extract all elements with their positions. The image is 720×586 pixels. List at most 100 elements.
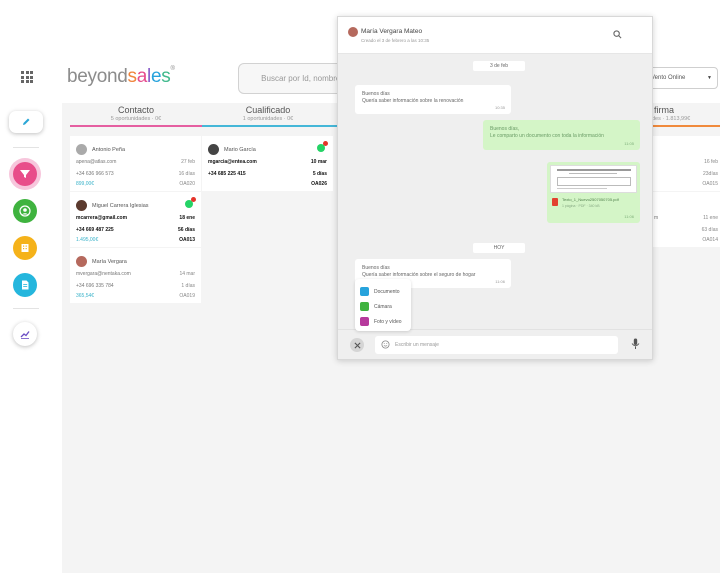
opportunity-card[interactable]: Mario García mgarcia@entea.com 10 mar +3… xyxy=(202,136,333,191)
emoji-icon[interactable] xyxy=(381,340,390,349)
file-name: Texto_1_Nuevo2507050705.pdf xyxy=(562,197,619,202)
card-date: 10 mar xyxy=(310,159,327,165)
chat-header: María Vergara Mateo Creado el 3 de febre… xyxy=(338,17,652,54)
card-contact-name: Antonio Peña xyxy=(92,146,126,153)
message-attachment[interactable]: Texto_1_Nuevo2507050705.pdf 1 página · P… xyxy=(547,162,640,223)
chat-avatar xyxy=(348,27,358,37)
whatsapp-icon[interactable] xyxy=(185,197,196,208)
card-phone: +34 636 966 573 xyxy=(76,171,114,177)
column-summary: 5 oportunidades · 0€ xyxy=(110,116,162,122)
card-days: 56 días xyxy=(178,227,195,233)
opportunity-card[interactable]: m 11 ene 63 días OA014 xyxy=(652,192,720,247)
file-info: Texto_1_Nuevo2507050705.pdf 1 página · P… xyxy=(550,195,637,211)
column-header-cualificado: Cualificado 1 oportunidades · 0€ xyxy=(202,105,334,122)
card-code: OA015 xyxy=(702,181,718,187)
close-attach-button[interactable] xyxy=(350,338,364,352)
message-outgoing: Buenos días, Le comparto un documento co… xyxy=(483,120,640,150)
search-icon[interactable] xyxy=(613,30,622,39)
card-contact-name: María Vergara xyxy=(92,258,127,265)
search-box[interactable]: Buscar por Id, nombre... xyxy=(238,63,348,94)
document-icon xyxy=(360,287,369,296)
opportunity-card[interactable]: María Vergara mvergara@nentaka.com 14 ma… xyxy=(70,248,201,303)
card-code: OA020 xyxy=(179,181,195,187)
funnel-icon xyxy=(20,170,30,178)
message-greeting: Buenos días xyxy=(362,91,390,97)
rail-divider xyxy=(13,308,39,309)
message-text: Quería saber información sobre la renova… xyxy=(362,98,464,104)
message-time: 11:06 xyxy=(495,279,505,284)
opportunity-card[interactable]: 16 feb 23días OA015 xyxy=(652,136,720,191)
attach-photo-video-option[interactable]: Foto y vídeo xyxy=(360,317,402,326)
card-row: apena@atlas.com 27 feb xyxy=(76,159,195,165)
card-row: 23días xyxy=(703,171,718,177)
message-input-placeholder: Escribir un mensaje xyxy=(395,342,439,348)
image-icon xyxy=(360,317,369,326)
attach-option-label: Cámara xyxy=(374,303,392,310)
column-summary: 1 oportunidades · 0€ xyxy=(242,116,294,122)
card-phone: +34 685 225 415 xyxy=(208,171,246,177)
card-days: 1 días xyxy=(181,283,195,289)
notification-dot xyxy=(323,141,328,146)
building-icon xyxy=(21,244,29,252)
card-code: OA013 xyxy=(179,237,195,243)
chevron-down-icon: ▼ xyxy=(707,75,712,81)
card-days: 63 días xyxy=(701,227,718,233)
document-preview xyxy=(550,165,637,193)
opportunity-card[interactable]: Antonio Peña apena@atlas.com 27 feb +34 … xyxy=(70,136,201,191)
card-contact: María Vergara xyxy=(76,256,127,267)
avatar xyxy=(208,144,219,155)
card-phone: +34 669 487 225 xyxy=(76,227,114,233)
card-row: m 11 ene xyxy=(654,215,718,221)
card-amount: 1.495,00€ xyxy=(76,237,99,243)
card-amount: 899,00€ xyxy=(76,181,95,187)
card-code: OA026 xyxy=(311,181,327,187)
whatsapp-icon[interactable] xyxy=(317,141,328,152)
message-text: Quería saber información sobre el seguro… xyxy=(362,272,476,278)
document-icon xyxy=(22,280,29,290)
sales-funnel-button[interactable] xyxy=(13,162,37,186)
attach-camera-option[interactable]: Cámara xyxy=(360,302,392,311)
notification-dot xyxy=(191,197,196,202)
attach-option-label: Foto y vídeo xyxy=(374,318,402,325)
card-row: 1.495,00€ OA013 xyxy=(76,237,195,243)
message-time: 11:06 xyxy=(624,214,634,219)
reports-button[interactable] xyxy=(13,322,37,346)
apps-grid-icon[interactable] xyxy=(21,71,33,83)
app-page: beyondsales® Buscar por Id, nombre... Ve… xyxy=(0,0,720,586)
card-row: OA026 xyxy=(208,181,327,187)
message-input[interactable]: Escribir un mensaje xyxy=(375,336,618,354)
search-input[interactable]: Buscar por Id, nombre... xyxy=(261,74,347,83)
card-row: +34 685 225 415 5 días xyxy=(208,171,327,177)
card-email: mgarcia@entea.com xyxy=(208,159,257,165)
message-time: 11:05 xyxy=(624,141,634,146)
left-rail xyxy=(0,0,52,586)
card-email: apena@atlas.com xyxy=(76,159,117,165)
card-code: OA019 xyxy=(179,293,195,299)
edit-button[interactable] xyxy=(9,111,43,133)
date-separator: 3 de feb xyxy=(473,61,525,71)
avatar xyxy=(76,144,87,155)
user-icon xyxy=(19,205,31,217)
card-row: +34 669 487 225 56 días xyxy=(76,227,195,233)
card-amount: 365,54€ xyxy=(76,293,95,299)
card-contact-name: Miguel Carrera Iglesias xyxy=(92,202,149,209)
attach-option-label: Documento xyxy=(374,288,400,295)
column-header-contacto: Contacto 5 oportunidades · 0€ xyxy=(70,105,202,122)
column-title: firma xyxy=(654,105,674,115)
chat-contact-name: María Vergara Mateo xyxy=(361,28,423,35)
card-days: 23días xyxy=(702,171,718,177)
chat-composer: Escribir un mensaje xyxy=(338,329,652,359)
documents-button[interactable] xyxy=(13,273,37,297)
card-date: 18 ene xyxy=(179,215,195,221)
card-row: 16 feb xyxy=(704,159,718,165)
attach-document-option[interactable]: Documento xyxy=(360,287,400,296)
microphone-icon[interactable] xyxy=(631,338,640,350)
card-contact: Mario García xyxy=(208,144,256,155)
companies-button[interactable] xyxy=(13,236,37,260)
card-date: 16 feb xyxy=(704,159,718,165)
avatar xyxy=(76,256,87,267)
column-accent-line xyxy=(650,125,720,127)
contacts-button[interactable] xyxy=(13,199,37,223)
opportunity-card[interactable]: Miguel Carrera Iglesias mcarrera@gmail.c… xyxy=(70,192,201,247)
card-row: 899,00€ OA020 xyxy=(76,181,195,187)
